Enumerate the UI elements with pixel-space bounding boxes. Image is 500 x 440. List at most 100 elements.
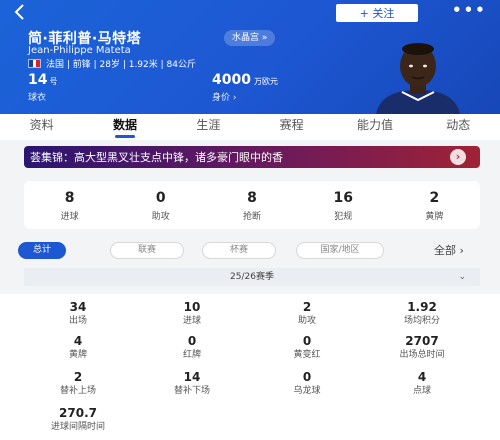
filter-cup[interactable]: 杯赛	[202, 242, 276, 259]
shirt-number-value: 14	[28, 72, 48, 88]
tab-news-label: 动态	[446, 118, 471, 132]
tab-data[interactable]: 数据	[83, 114, 166, 140]
shirt-number-unit: 号	[49, 77, 58, 86]
back-icon[interactable]	[14, 3, 26, 23]
player-info-row: 法国 | 前锋 | 28岁 | 1.92米 | 84公斤	[28, 57, 196, 70]
market-value-label[interactable]: 身价 ›	[212, 90, 236, 103]
stat-label: 红牌	[182, 350, 201, 360]
stat-label: 黄变红	[293, 350, 321, 360]
stat-label: 进球间隔时间	[50, 422, 105, 432]
summary-value: 16	[333, 189, 353, 206]
stat-cell: 10 进球	[132, 300, 252, 327]
player-header: + 关注 ••• 简·菲利普·马特塔 水晶宫 » Jean-Philippe M…	[0, 0, 500, 114]
summary-label: 黄牌	[425, 211, 444, 222]
banner-text: 荟集锦：高大型黑叉壮支点中锋，诸多豪门眼中的香	[30, 151, 283, 164]
stat-label: 乌龙球	[293, 386, 321, 396]
stat-cell: 14 替补下场	[132, 370, 252, 397]
stat-cell: 2 助攻	[247, 300, 367, 327]
stat-cell: 0 乌龙球	[247, 370, 367, 397]
tab-ability-label: 能力值	[356, 118, 393, 132]
tab-schedule[interactable]: 赛程	[250, 114, 333, 140]
summary-value: 2	[429, 189, 440, 206]
stat-value: 0	[187, 334, 197, 348]
stat-value: 4	[417, 370, 427, 384]
follow-button[interactable]: + 关注	[336, 4, 418, 22]
france-flag-icon	[28, 59, 41, 68]
summary-label: 助攻	[151, 211, 170, 222]
team-tag[interactable]: 水晶宫 »	[224, 30, 276, 46]
market-value-unit: 万欧元	[253, 77, 278, 86]
tab-profile-label: 资料	[29, 118, 54, 132]
season-stats-grid: 34 出场 10 进球 2 助攻 1.92 场均积分 4 黄牌 0 红牌 0 黄变红 2707…	[0, 294, 500, 440]
stat-cell: 2 替补上场	[18, 370, 138, 397]
stat-cell: 4 黄牌	[18, 334, 138, 361]
filter-league[interactable]: 联赛	[110, 242, 184, 259]
summary-label: 犯规	[334, 211, 353, 222]
stat-cell: 1.92 场均积分	[362, 300, 482, 327]
stat-label: 出场	[68, 316, 87, 326]
stat-label: 点球	[412, 386, 431, 396]
stats-summary: 8 进球 0 助攻 8 抢断 16 犯规 2 黄牌	[24, 181, 480, 229]
summary-item: 16 犯规	[298, 181, 389, 229]
stat-cell: 0 黄变红	[247, 334, 367, 361]
shirt-number-label: 球衣	[28, 93, 47, 103]
tab-career[interactable]: 生涯	[167, 114, 250, 140]
stat-value: 0	[302, 370, 312, 384]
summary-item: 8 进球	[24, 181, 115, 229]
stat-value: 10	[183, 300, 201, 314]
stat-label: 黄牌	[68, 350, 87, 360]
season-selector[interactable]: 25/26赛季 ⌄	[24, 268, 480, 286]
shirt-number: 14 号	[28, 72, 57, 88]
market-value: 4000 万欧元	[212, 72, 278, 88]
summary-label: 进球	[60, 211, 79, 222]
filter-total[interactable]: 总计	[18, 242, 66, 259]
stat-value: 4	[73, 334, 83, 348]
tab-schedule-label: 赛程	[279, 118, 304, 132]
chevron-right-icon[interactable]: ›	[450, 149, 466, 165]
stat-cell: 34 出场	[18, 300, 138, 327]
summary-item: 8 抢断	[206, 181, 297, 229]
stat-value: 0	[302, 334, 312, 348]
summary-label: 抢断	[243, 211, 262, 222]
competition-filters: 总计 联赛 杯赛 国家/地区 全部 ›	[0, 242, 500, 260]
season-label: 25/26赛季	[230, 272, 274, 282]
stat-cell: 4 点球	[362, 370, 482, 397]
tab-career-label: 生涯	[196, 118, 221, 132]
highlight-banner[interactable]: 荟集锦：高大型黑叉壮支点中锋，诸多豪门眼中的香 ›	[24, 146, 480, 168]
filter-all-link[interactable]: 全部 ›	[434, 242, 464, 259]
stat-value: 14	[183, 370, 201, 384]
stat-value: 2707	[405, 334, 439, 348]
player-avatar	[376, 43, 460, 114]
stat-cell: 2707 出场总时间	[362, 334, 482, 361]
active-tab-indicator	[114, 135, 135, 138]
stat-value: 34	[69, 300, 87, 314]
player-english-name: Jean-Philippe Mateta	[28, 45, 131, 56]
stat-label: 场均积分	[403, 316, 440, 326]
filter-national[interactable]: 国家/地区	[296, 242, 384, 259]
stat-label: 替补上场	[59, 386, 96, 396]
tab-data-label: 数据	[112, 118, 137, 132]
stat-value: 270.7	[59, 406, 97, 420]
tab-profile[interactable]: 资料	[0, 114, 83, 140]
stat-cell: 0 红牌	[132, 334, 252, 361]
chevron-down-icon: ⌄	[458, 272, 466, 282]
summary-value: 8	[64, 189, 75, 206]
stat-value: 2	[302, 300, 312, 314]
player-info-text: 法国 | 前锋 | 28岁 | 1.92米 | 84公斤	[46, 60, 196, 70]
stat-label: 出场总时间	[399, 350, 445, 360]
summary-value: 0	[155, 189, 166, 206]
tab-news[interactable]: 动态	[417, 114, 500, 140]
summary-item: 0 助攻	[115, 181, 206, 229]
stat-label: 进球	[182, 316, 201, 326]
summary-value: 8	[247, 189, 257, 206]
stat-cell: 270.7 进球间隔时间	[18, 406, 138, 433]
stat-label: 替补下场	[173, 386, 210, 396]
tab-ability[interactable]: 能力值	[333, 114, 416, 140]
profile-tabs: 资料 数据 生涯 赛程 能力值 动态	[0, 114, 500, 140]
market-value-number: 4000	[212, 72, 251, 88]
summary-item: 2 黄牌	[389, 181, 480, 229]
more-options-icon[interactable]: •••	[452, 3, 487, 18]
stat-label: 助攻	[297, 316, 316, 326]
stat-value: 2	[73, 370, 83, 384]
stat-value: 1.92	[407, 300, 437, 314]
